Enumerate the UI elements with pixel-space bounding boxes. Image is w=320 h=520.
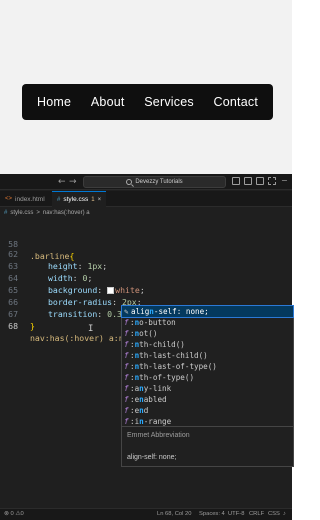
wrench-icon: ✎ <box>124 307 129 316</box>
notifications-bell-icon[interactable]: ♪ <box>283 511 286 517</box>
nav-link-home[interactable]: Home <box>37 95 71 109</box>
toggle-panel-icon[interactable] <box>244 177 252 185</box>
code-line[interactable]: 66 transition: 0.3s ease; <box>0 284 292 319</box>
css-file-icon: # <box>4 210 8 216</box>
command-center-search[interactable]: Devezzy Tutorials <box>83 176 226 188</box>
suggestion-text: th-of-type() <box>139 373 195 382</box>
suggestion-item[interactable]: f:nth-of-type() <box>122 372 293 383</box>
suggestion-text: d <box>143 406 149 415</box>
suggestion-text: :a <box>130 384 140 393</box>
problem-count-badge: 1 <box>91 196 95 203</box>
tab-label: style.css <box>63 196 89 203</box>
details-divider <box>122 426 293 427</box>
browser-preview: Home About Services Contact <box>0 0 292 174</box>
tab-index-html[interactable]: <> index.html <box>0 191 50 207</box>
html-file-icon: <> <box>5 196 13 202</box>
indentation[interactable]: Spaces: 4 <box>199 511 225 517</box>
suggestion-text: abled <box>143 395 167 404</box>
suggestion-text: o-button <box>139 318 176 327</box>
suggestion-item[interactable]: f:nth-last-child() <box>122 350 293 361</box>
cursor-position[interactable]: Ln 68, Col 20 <box>157 511 191 517</box>
suggestion-text: y-link <box>143 384 172 393</box>
mouse-ibeam-cursor-icon: I <box>88 324 94 334</box>
suggestion-item[interactable]: f:nth-last-of-type() <box>122 361 293 372</box>
search-icon <box>126 179 133 185</box>
status-bar: ⊗ 0 ⚠0 Ln 68, Col 20 Spaces: 4 UTF-8 CRL… <box>0 508 292 520</box>
code-editor-window: ← → Devezzy Tutorials − <> index.html # … <box>0 174 294 520</box>
line-text: nav:has(:hover) a:n <box>30 332 125 344</box>
nav-link-contact[interactable]: Contact <box>214 95 258 109</box>
suggestion-text: -self: none; <box>153 307 209 316</box>
details-title: Emmet Abbreviation <box>127 432 190 439</box>
suggestion-text: th-last-child() <box>139 351 208 360</box>
breadcrumb-separator: > <box>36 210 40 216</box>
toggle-primary-sidebar-icon[interactable] <box>232 177 240 185</box>
customize-layout-icon[interactable] <box>268 177 276 185</box>
suggestion-text: alig <box>131 307 150 316</box>
suggestion-text: -range <box>143 417 172 426</box>
title-bar: ← → Devezzy Tutorials − <box>0 174 292 190</box>
suggestion-widget[interactable]: ✎ align-self: none; f:no-button f:not() f… <box>121 305 294 467</box>
breadcrumb: # style.css > nav:has(:hover) a <box>0 208 292 218</box>
suggestion-item[interactable]: f:any-link <box>122 383 293 394</box>
errors-status[interactable]: ⊗ 0 ⚠0 <box>4 511 24 517</box>
forward-arrow-icon[interactable]: → <box>69 175 77 189</box>
code-line[interactable]: 64 background: white; <box>0 260 292 295</box>
suggestion-text: ot() <box>139 329 158 338</box>
workspace-name: Devezzy Tutorials <box>135 179 183 185</box>
selector-token: nav:has(:hover) a:n <box>30 333 124 343</box>
breadcrumb-symbol[interactable]: nav:has(:hover) a <box>43 210 90 216</box>
suggestion-text: :e <box>130 395 140 404</box>
encoding[interactable]: UTF-8 <box>228 511 244 517</box>
editor-tabs: <> index.html # style.css 1 × <box>0 191 292 207</box>
preview-navbar: Home About Services Contact <box>22 84 273 120</box>
nav-link-about[interactable]: About <box>91 95 125 109</box>
suggestion-text: :i <box>130 417 140 426</box>
tab-label: index.html <box>15 195 45 203</box>
toggle-secondary-sidebar-icon[interactable] <box>256 177 264 185</box>
line-ending[interactable]: CRLF <box>249 511 264 517</box>
close-icon[interactable]: × <box>98 197 102 203</box>
details-body: align-self: none; <box>127 454 177 461</box>
suggestion-item[interactable]: f:end <box>122 405 293 416</box>
line-number: 68 <box>8 321 18 331</box>
suggestion-text: th-child() <box>139 340 185 349</box>
code-line[interactable]: 65 border-radius: 2px; <box>0 272 292 307</box>
code-line-partial <box>0 220 292 228</box>
suggestion-item[interactable]: f:not() <box>122 328 293 339</box>
code-line[interactable]: 62 height: 1px; <box>0 236 292 271</box>
warnings-count: 0 <box>20 511 24 517</box>
line-text: } <box>30 320 35 332</box>
css-file-icon: # <box>57 196 61 203</box>
tab-style-css[interactable]: # style.css 1 × <box>52 191 107 207</box>
suggestion-item[interactable]: f:nth-child() <box>122 339 293 350</box>
suggestion-text: th-last-of-type() <box>139 362 217 371</box>
suggestion-item[interactable]: ✎ align-self: none; <box>121 305 294 318</box>
nav-link-services[interactable]: Services <box>144 95 194 109</box>
back-arrow-icon[interactable]: ← <box>58 175 66 189</box>
language-mode[interactable]: CSS <box>268 511 280 517</box>
code-line[interactable]: 63 width: 0; <box>0 248 292 283</box>
suggestion-text: :e <box>130 406 140 415</box>
suggestion-item[interactable]: f:enabled <box>122 394 293 405</box>
brace-token: } <box>30 321 35 331</box>
minimize-window-icon[interactable]: − <box>281 176 288 186</box>
suggestion-item[interactable]: f:in-range <box>122 416 293 426</box>
suggestion-item[interactable]: f:no-button <box>122 317 293 328</box>
errors-count: 0 <box>10 511 14 517</box>
breadcrumb-file[interactable]: style.css <box>10 210 33 216</box>
